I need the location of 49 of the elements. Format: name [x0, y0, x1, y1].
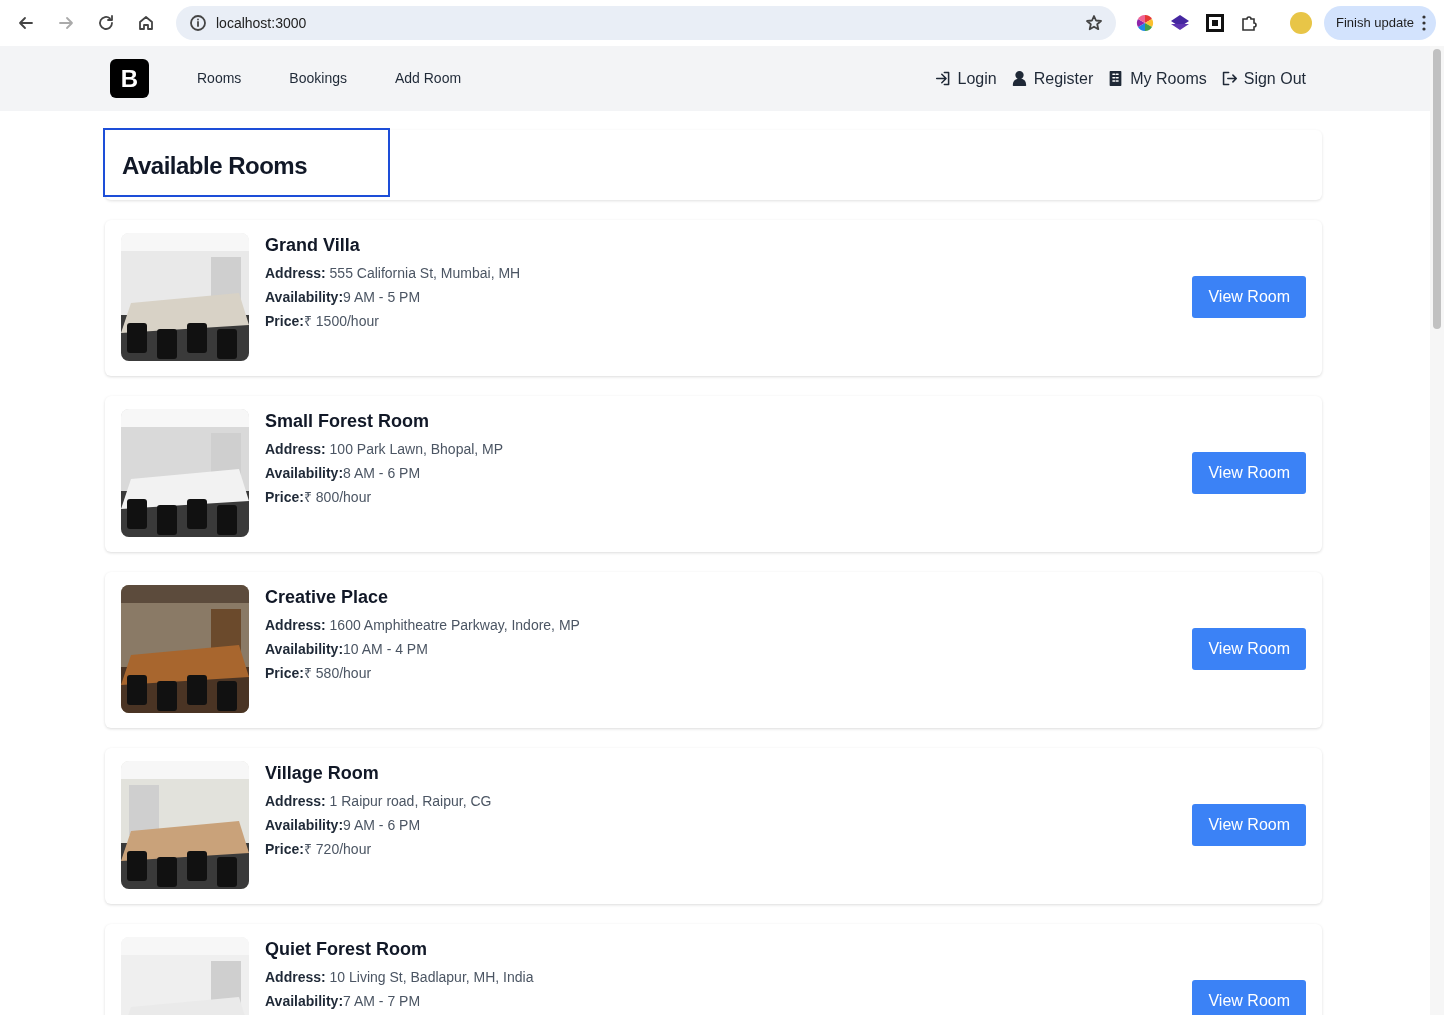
- room-detail: Availability:10 AM - 4 PM: [265, 639, 429, 658]
- room-detail: Address: 100 Park Lawn, Bhopal, MP: [265, 439, 504, 458]
- reload-icon: [96, 13, 116, 33]
- view-room-button[interactable]: View Room: [1192, 452, 1306, 494]
- room-detail: Price:₹ 580/hour: [265, 663, 373, 682]
- info-icon: [188, 13, 208, 33]
- room-name: Grand Villa: [265, 235, 361, 257]
- home-icon: [136, 13, 156, 33]
- room-detail: Price:₹ 1500/hour: [265, 311, 380, 330]
- login-arrow-icon: [934, 70, 952, 87]
- sign-out-icon: [1220, 70, 1238, 87]
- room-name: Village Room: [265, 763, 380, 785]
- diamond-icon[interactable]: [1169, 14, 1190, 32]
- url-text: localhost:3000: [216, 13, 308, 33]
- nav-link[interactable]: My Rooms: [1107, 66, 1207, 91]
- color-wheel-icon[interactable]: [1135, 14, 1154, 32]
- nav-link[interactable]: Bookings: [289, 68, 347, 89]
- star-icon: [1083, 13, 1104, 33]
- nav-link[interactable]: Add Room: [394, 68, 462, 89]
- logo[interactable]: B: [110, 59, 149, 98]
- view-room-button[interactable]: View Room: [1192, 804, 1306, 846]
- room-detail: Address: 10 Living St, Badlapur, MH, India: [265, 967, 534, 986]
- page-title: Available Rooms: [103, 128, 390, 197]
- room-name: Creative Place: [265, 587, 390, 609]
- nav-link[interactable]: Rooms: [197, 68, 242, 89]
- room-detail: Availability:8 AM - 6 PM: [265, 463, 422, 482]
- room-detail: Availability:9 AM - 5 PM: [265, 287, 422, 306]
- room-detail: Address: 555 California St, Mumbai, MH: [265, 263, 521, 282]
- puzzle-icon[interactable]: [1239, 14, 1258, 32]
- view-room-button[interactable]: View Room: [1192, 276, 1306, 318]
- room-name: Quiet Forest Room: [265, 939, 428, 961]
- update-button[interactable]: Finish update: [1323, 6, 1436, 40]
- view-room-button[interactable]: View Room: [1192, 980, 1306, 1015]
- room-detail: Address: 1600 Amphitheatre Parkway, Indore, MP: [265, 615, 580, 634]
- address-bar[interactable]: localhost:3000: [176, 6, 1116, 40]
- scrollbar[interactable]: [1430, 46, 1444, 1015]
- more-icon: [1422, 15, 1426, 31]
- user-icon: [1010, 70, 1028, 87]
- room-detail: Price:₹ 720/hour: [265, 839, 373, 858]
- view-room-button[interactable]: View Room: [1192, 628, 1306, 670]
- room-detail: Address: 1 Raipur road, Raipur, CG: [265, 791, 492, 810]
- room-name: Small Forest Room: [265, 411, 431, 433]
- room-detail: Availability:9 AM - 6 PM: [265, 815, 422, 834]
- nav-link[interactable]: Login: [934, 66, 997, 91]
- nav-link[interactable]: Sign Out: [1220, 66, 1306, 91]
- room-detail: Price:₹ 800/hour: [265, 487, 373, 506]
- nav-link[interactable]: Register: [1010, 66, 1094, 91]
- square-icon[interactable]: [1205, 14, 1224, 32]
- room-detail: Availability:7 AM - 7 PM: [265, 991, 422, 1010]
